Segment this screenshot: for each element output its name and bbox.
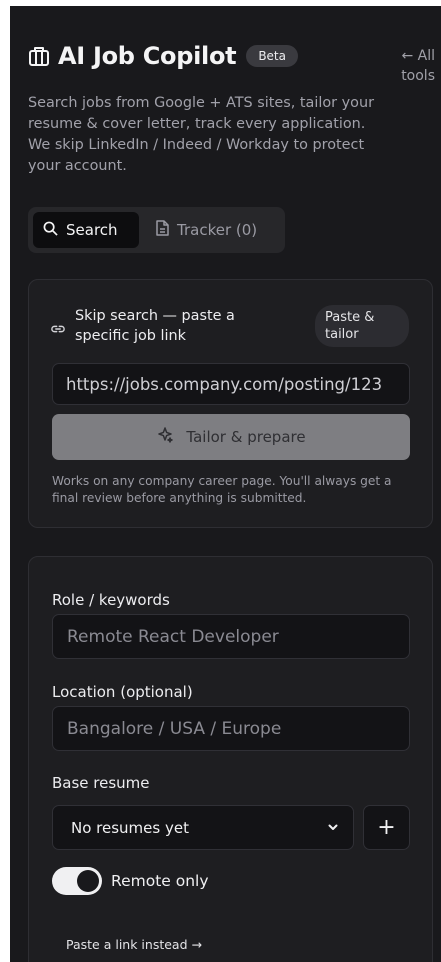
role-input[interactable] bbox=[52, 614, 410, 659]
skip-search-header: Skip search — paste a specific job link bbox=[51, 306, 285, 346]
tab-tracker[interactable]: Tracker (0) bbox=[145, 212, 267, 248]
tab-search[interactable]: Search bbox=[33, 212, 139, 248]
skip-search-title: Skip search — paste a specific job link bbox=[75, 308, 235, 344]
remote-only-toggle[interactable] bbox=[52, 867, 102, 895]
location-input[interactable] bbox=[52, 706, 410, 751]
resume-select-value: No resumes yet bbox=[71, 818, 189, 837]
sparkle-icon bbox=[156, 426, 174, 448]
search-form-card: Role / keywords Location (optional) Base… bbox=[28, 556, 433, 962]
tab-search-label: Search bbox=[66, 221, 118, 239]
all-tools-link[interactable]: ← All tools bbox=[375, 46, 435, 86]
review-note: Works on any company career page. You'll… bbox=[52, 474, 392, 505]
paste-link-instead[interactable]: Paste a link instead → bbox=[66, 937, 202, 952]
remote-only-row: Remote only bbox=[52, 867, 209, 895]
resume-label: Base resume bbox=[52, 774, 150, 792]
page-title: AI Job Copilot bbox=[58, 42, 237, 70]
job-copilot-panel: AI Job Copilot Beta ← All tools Search j… bbox=[10, 6, 441, 962]
resume-select[interactable]: No resumes yet bbox=[52, 805, 354, 850]
add-resume-button[interactable]: + bbox=[363, 805, 410, 850]
beta-badge: Beta bbox=[246, 45, 298, 67]
toggle-knob bbox=[77, 870, 99, 892]
chevron-down-icon bbox=[327, 819, 339, 837]
tailor-prepare-button[interactable]: Tailor & prepare bbox=[52, 414, 410, 460]
tailor-prepare-label: Tailor & prepare bbox=[186, 428, 306, 446]
location-label: Location (optional) bbox=[52, 683, 193, 701]
document-icon bbox=[155, 220, 169, 240]
tab-tracker-label: Tracker (0) bbox=[177, 221, 258, 239]
view-tabs: Search Tracker (0) bbox=[28, 207, 285, 253]
link-icon bbox=[51, 321, 67, 337]
paste-link-card: Skip search — paste a specific job link … bbox=[28, 279, 433, 528]
remote-only-label: Remote only bbox=[111, 872, 209, 890]
page-description: Search jobs from Google + ATS sites, tai… bbox=[28, 95, 375, 174]
job-url-input[interactable] bbox=[52, 363, 410, 405]
paste-tailor-badge: Paste & tailor bbox=[315, 305, 409, 347]
briefcase-icon bbox=[28, 45, 50, 67]
search-icon bbox=[43, 221, 58, 240]
role-label: Role / keywords bbox=[52, 591, 170, 609]
